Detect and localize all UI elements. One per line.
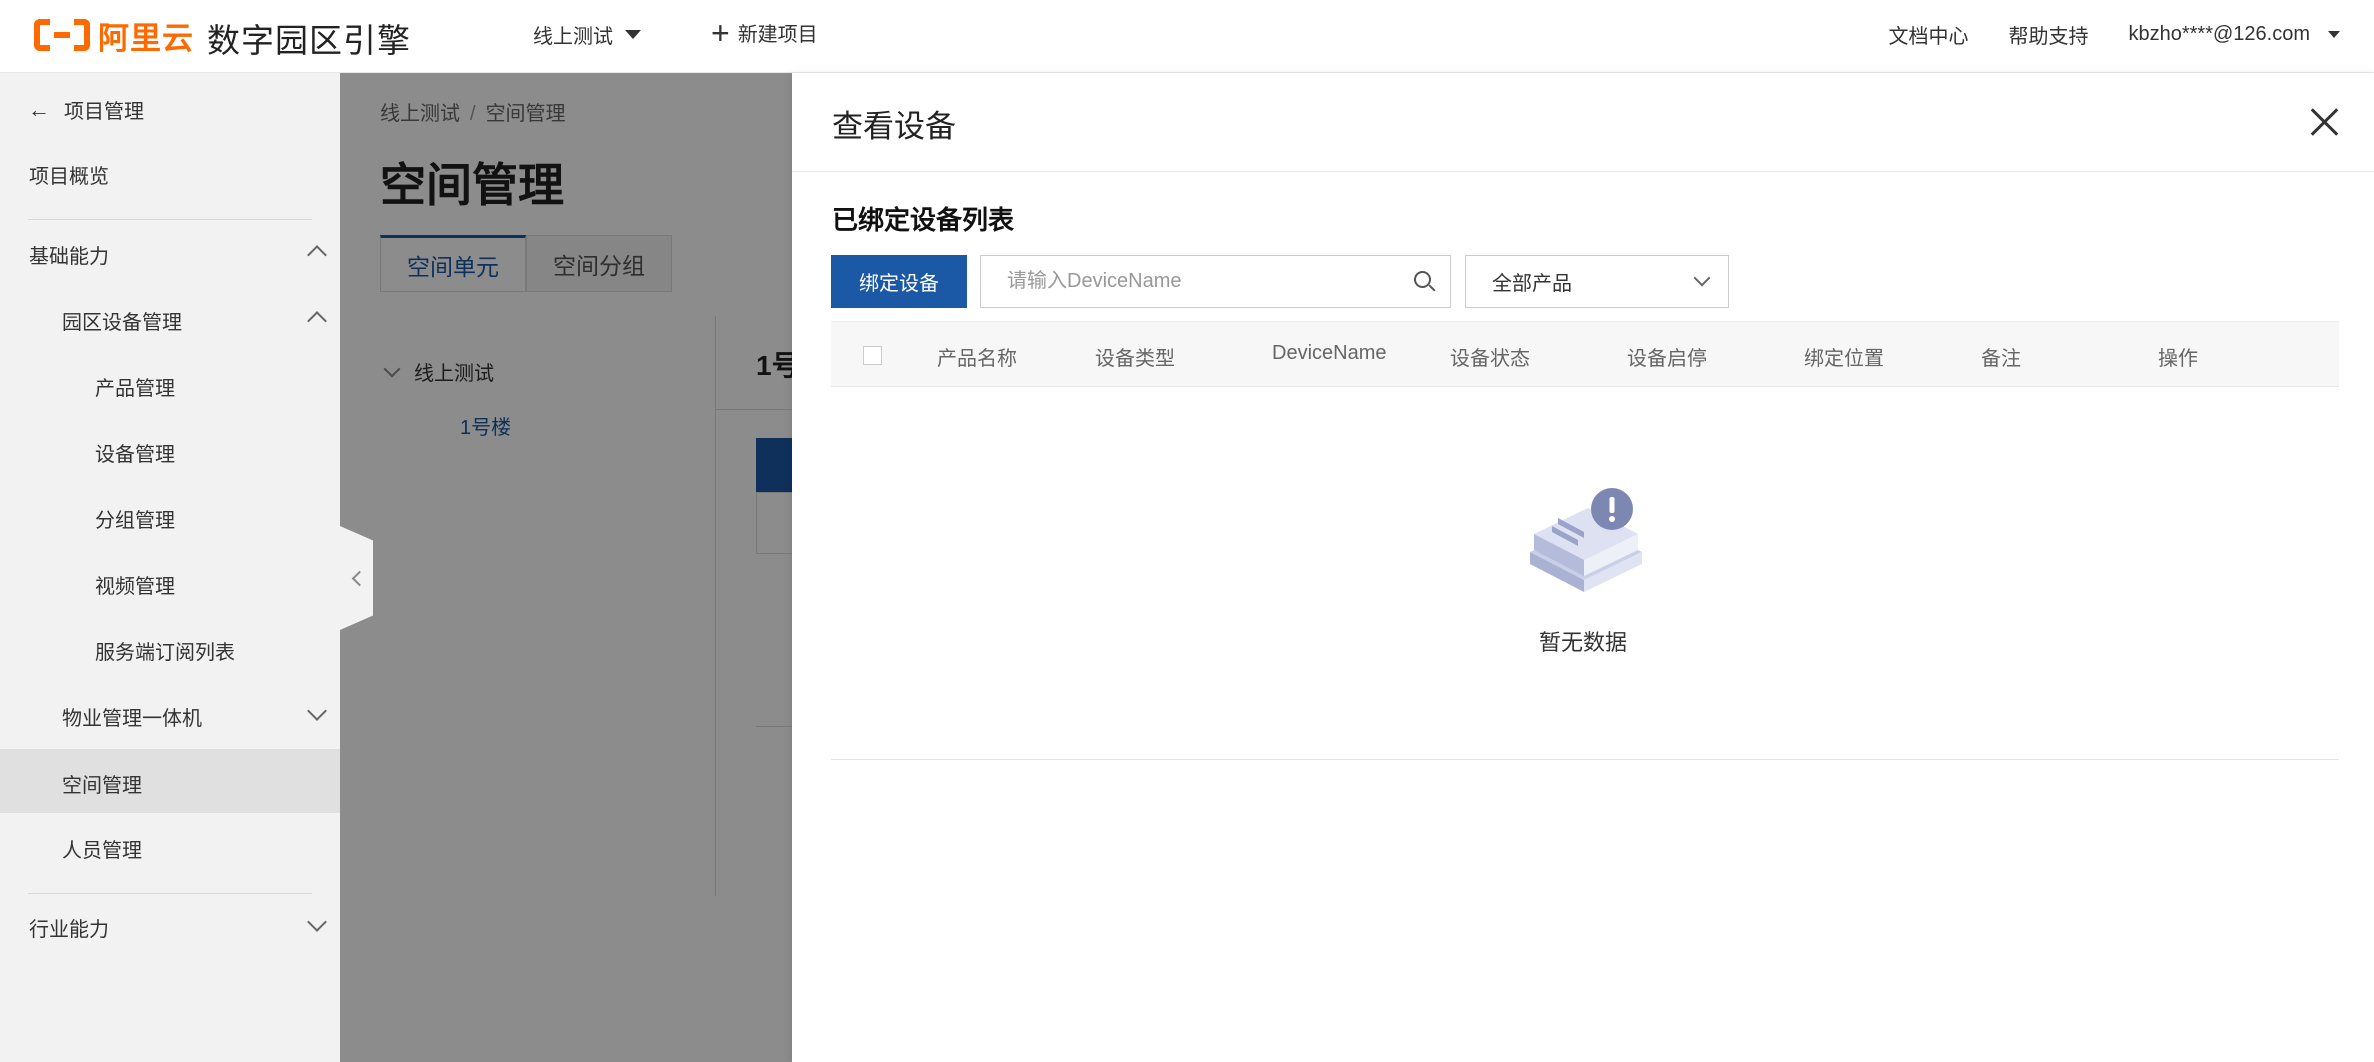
table-header: 产品名称 设备类型 DeviceName 设备状态 设备启停 绑定位置 备注 操… bbox=[831, 321, 2339, 387]
caret-down-icon bbox=[2328, 31, 2340, 38]
close-icon[interactable] bbox=[2309, 107, 2339, 137]
product-filter-select[interactable]: 全部产品 bbox=[1465, 255, 1729, 308]
top-bar: 阿里云 数字园区引擎 线上测试 + 新建项目 文档中心 帮助支持 kbzho**… bbox=[0, 0, 2374, 73]
drawer-header: 查看设备 bbox=[792, 73, 2374, 172]
sidebar-group-park-device[interactable]: 园区设备管理 bbox=[0, 306, 340, 336]
sidebar-item-label: 人员管理 bbox=[62, 840, 142, 862]
column-header: 设备启停 bbox=[1627, 348, 1707, 370]
sidebar-item-label: 空间管理 bbox=[62, 775, 142, 797]
bind-device-button[interactable]: 绑定设备 bbox=[831, 255, 967, 308]
search-icon[interactable] bbox=[1414, 270, 1436, 293]
sidebar-item-overview[interactable]: 项目概览 bbox=[0, 160, 340, 189]
sidebar-group-property[interactable]: 物业管理一体机 bbox=[0, 701, 340, 732]
doc-center-link[interactable]: 文档中心 bbox=[1888, 20, 1968, 49]
app-title: 数字园区引擎 bbox=[207, 22, 411, 59]
user-menu[interactable]: kbzho****@126.com bbox=[2128, 23, 2340, 46]
project-select[interactable]: 线上测试 bbox=[533, 20, 641, 49]
sidebar-item-device[interactable]: 设备管理 bbox=[0, 438, 340, 467]
back-label: 项目管理 bbox=[64, 101, 144, 123]
product-filter-value: 全部产品 bbox=[1492, 273, 1572, 295]
sidebar: ← 项目管理 项目概览 基础能力 园区设备管理 产品管理 设备管理 分组管理 视… bbox=[0, 73, 340, 1062]
select-all-checkbox[interactable] bbox=[863, 346, 882, 365]
aliyun-logo-icon bbox=[34, 17, 90, 53]
column-header: 绑定位置 bbox=[1804, 348, 1884, 370]
modal-overlay[interactable] bbox=[340, 73, 792, 1062]
chevron-left-icon bbox=[351, 570, 368, 586]
help-support-link[interactable]: 帮助支持 bbox=[2008, 20, 2088, 49]
chevron-down-icon bbox=[307, 912, 327, 932]
sidebar-item-people[interactable]: 人员管理 bbox=[0, 834, 340, 863]
sidebar-item-label: 服务端订阅列表 bbox=[95, 642, 235, 664]
column-header: 操作 bbox=[2158, 348, 2198, 370]
sidebar-item-label: 基础能力 bbox=[29, 246, 109, 268]
logo-text: 阿里云 bbox=[98, 20, 194, 56]
column-header: 设备状态 bbox=[1450, 348, 1530, 370]
section-title: 已绑定设备列表 bbox=[832, 205, 1015, 235]
chevron-down-icon bbox=[307, 701, 327, 721]
sidebar-item-label: 分组管理 bbox=[95, 510, 175, 532]
arrow-left-icon: ← bbox=[28, 96, 50, 122]
sidebar-item-product[interactable]: 产品管理 bbox=[0, 372, 340, 401]
view-devices-drawer: 查看设备 已绑定设备列表 绑定设备 全部产品 产品名称 设备类型 DeviceN… bbox=[792, 73, 2374, 1062]
caret-down-icon bbox=[625, 30, 641, 39]
user-email: kbzho****@126.com bbox=[2128, 23, 2310, 45]
plus-icon: + bbox=[711, 14, 730, 51]
sidebar-item-label: 物业管理一体机 bbox=[62, 708, 202, 730]
column-header: 备注 bbox=[1981, 348, 2021, 370]
divider bbox=[28, 893, 312, 894]
column-header: 产品名称 bbox=[937, 348, 1017, 370]
new-project-button[interactable]: + 新建项目 bbox=[711, 14, 818, 51]
sidebar-group-industry[interactable]: 行业能力 bbox=[0, 912, 340, 943]
empty-data-icon bbox=[1530, 488, 1642, 592]
sidebar-item-label: 行业能力 bbox=[29, 919, 109, 941]
sidebar-item-label: 产品管理 bbox=[95, 378, 175, 400]
sidebar-group-basic[interactable]: 基础能力 bbox=[0, 240, 340, 270]
divider bbox=[831, 759, 2339, 760]
column-header: DeviceName bbox=[1272, 342, 1387, 364]
chevron-down-icon bbox=[1693, 269, 1711, 287]
sidebar-item-space[interactable]: 空间管理 bbox=[0, 749, 340, 813]
sidebar-item-label: 园区设备管理 bbox=[62, 312, 182, 334]
sidebar-item-subscription[interactable]: 服务端订阅列表 bbox=[0, 636, 340, 665]
sidebar-item-group[interactable]: 分组管理 bbox=[0, 504, 340, 533]
new-project-label: 新建项目 bbox=[737, 24, 818, 46]
divider bbox=[28, 219, 312, 220]
sidebar-item-label: 视频管理 bbox=[95, 576, 175, 598]
project-select-label: 线上测试 bbox=[533, 26, 613, 48]
empty-data-text: 暂无数据 bbox=[1538, 630, 1627, 655]
sidebar-collapse-toggle[interactable] bbox=[340, 526, 373, 630]
device-search bbox=[980, 255, 1451, 308]
back-to-project-management[interactable]: ← 项目管理 bbox=[28, 95, 368, 124]
sidebar-item-video[interactable]: 视频管理 bbox=[0, 570, 340, 599]
chevron-up-icon bbox=[307, 245, 327, 265]
chevron-up-icon bbox=[307, 311, 327, 331]
column-header: 设备类型 bbox=[1095, 348, 1175, 370]
device-name-search-input[interactable] bbox=[981, 256, 1414, 307]
drawer-title: 查看设备 bbox=[832, 109, 956, 144]
aliyun-logo[interactable]: 阿里云 bbox=[34, 15, 194, 56]
sidebar-item-label: 设备管理 bbox=[95, 444, 175, 466]
sidebar-item-label: 项目概览 bbox=[29, 166, 109, 188]
